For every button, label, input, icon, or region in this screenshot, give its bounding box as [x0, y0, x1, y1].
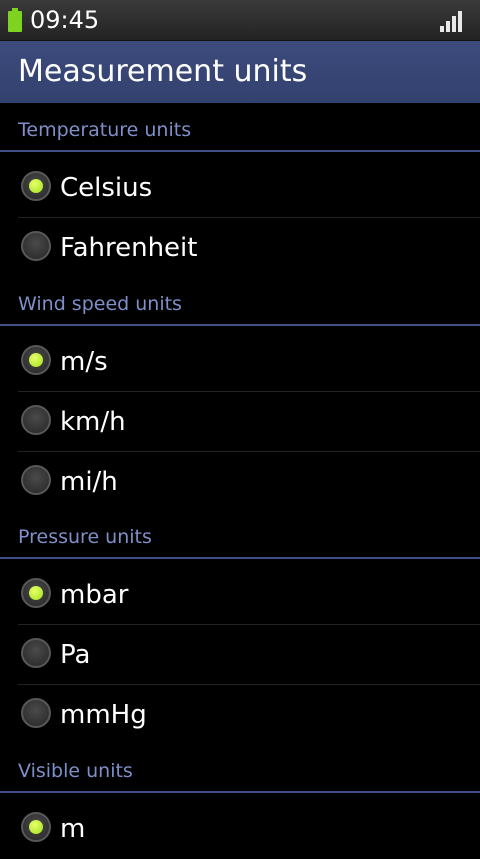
option-label: Celsius — [60, 173, 153, 203]
signal-strength-icon — [440, 10, 464, 32]
option-m[interactable]: m — [0, 799, 480, 859]
option-label: Fahrenheit — [60, 233, 198, 263]
status-time: 09:45 — [30, 6, 100, 34]
option-mmhg[interactable]: mmHg — [0, 685, 480, 745]
option-label: mbar — [60, 580, 129, 610]
radio-selected-dot — [29, 586, 43, 600]
option-km-h[interactable]: km/h — [0, 392, 480, 452]
title-bar: Measurement units — [0, 41, 480, 103]
option-mbar[interactable]: mbar — [0, 565, 480, 625]
option-pa[interactable]: Pa — [0, 625, 480, 685]
section-header-label: Wind speed units — [18, 293, 182, 315]
section-header-visible: Visible units — [0, 745, 480, 793]
option-mi-h[interactable]: mi/h — [0, 452, 480, 512]
status-bar: 09:45 — [0, 0, 480, 41]
battery-icon — [8, 8, 22, 32]
option-label: km/h — [60, 407, 126, 437]
section-header-temperature: Temperature units — [0, 104, 480, 152]
radio-selected-dot — [29, 353, 43, 367]
radio-selected-dot — [29, 820, 43, 834]
option-label: Pa — [60, 640, 91, 670]
section-header-label: Pressure units — [18, 526, 152, 548]
radio-button-icon[interactable] — [21, 345, 51, 375]
radio-button-icon[interactable] — [21, 638, 51, 668]
option-m-s[interactable]: m/s — [0, 332, 480, 392]
option-celsius[interactable]: Celsius — [0, 158, 480, 218]
option-label: m/s — [60, 347, 108, 377]
option-label: m — [60, 814, 86, 844]
option-label: mmHg — [60, 700, 147, 730]
radio-button-icon[interactable] — [21, 231, 51, 261]
radio-button-icon[interactable] — [21, 465, 51, 495]
section-header-pressure: Pressure units — [0, 511, 480, 559]
radio-button-icon[interactable] — [21, 698, 51, 728]
page-title: Measurement units — [18, 54, 308, 89]
section-header-label: Temperature units — [18, 119, 192, 141]
radio-button-icon[interactable] — [21, 812, 51, 842]
radio-button-icon[interactable] — [21, 578, 51, 608]
section-header-label: Visible units — [18, 760, 133, 782]
radio-button-icon[interactable] — [21, 171, 51, 201]
option-fahrenheit[interactable]: Fahrenheit — [0, 218, 480, 278]
section-header-wind-speed: Wind speed units — [0, 278, 480, 326]
radio-button-icon[interactable] — [21, 405, 51, 435]
option-label: mi/h — [60, 467, 118, 497]
radio-selected-dot — [29, 179, 43, 193]
